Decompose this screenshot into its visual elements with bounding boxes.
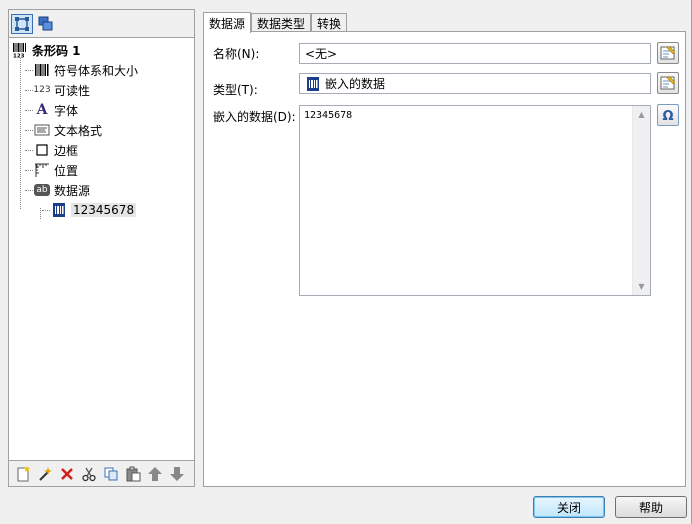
barcode-icon [34, 62, 50, 78]
tab-transform[interactable]: 转换 [311, 13, 348, 32]
name-value: <无> [305, 47, 338, 61]
svg-text:123: 123 [13, 54, 25, 59]
edit-properties-icon [660, 75, 676, 90]
view-toolbar [9, 10, 194, 38]
paste-button[interactable] [123, 464, 142, 483]
tree-item-symbology[interactable]: 符号体系和大小 [9, 60, 194, 80]
tree-item-label: 位置 [54, 163, 79, 178]
copy-icon [104, 467, 117, 480]
textarea-scrollbar[interactable]: ▲ ▼ [632, 106, 650, 295]
embedded-data-icon [51, 202, 67, 218]
embedded-data-value: 12345678 [304, 110, 353, 121]
tree-branch [25, 169, 33, 171]
edit-properties-icon [660, 45, 676, 60]
layers-view-button[interactable] [35, 14, 57, 34]
tree-item-data-source[interactable]: ab 数据源 [9, 180, 194, 200]
tree-item-border[interactable]: 边框 [9, 140, 194, 160]
paste-icon [126, 466, 140, 481]
move-up-button[interactable] [145, 464, 164, 483]
tree-branch [25, 69, 33, 71]
name-edit-button[interactable] [657, 42, 679, 64]
wizard-button[interactable] [35, 464, 54, 483]
type-field[interactable]: 嵌入的数据 [299, 73, 651, 94]
structure-panel: 123 条形码 1 符号体系和大小 123 可读性 A 字体 文本格式 边框 位… [8, 9, 195, 487]
type-value: 嵌入的数据 [325, 77, 386, 91]
omega-icon: Ω [662, 109, 673, 123]
delete-button[interactable] [57, 464, 76, 483]
embedded-data-icon [305, 76, 321, 92]
new-item-icon [17, 465, 30, 481]
tree-branch [25, 149, 33, 151]
tree-item-position[interactable]: 位置 [9, 160, 194, 180]
tree-view-button[interactable] [11, 13, 33, 34]
tree-item-embedded-data[interactable]: 12345678 [9, 200, 194, 220]
data-source-panel: 名称(N): <无> 类型(T): 嵌入的数据 嵌入的数据(D): 123456… [203, 31, 686, 487]
tree-branch [25, 109, 33, 111]
name-label: 名称(N): [213, 47, 260, 61]
tree-item-label: 符号体系和大小 [54, 63, 139, 78]
new-item-button[interactable] [13, 464, 32, 483]
font-icon: A [36, 102, 48, 118]
tree-branch [25, 129, 33, 131]
border-icon [34, 142, 50, 158]
type-label: 类型(T): [213, 83, 258, 97]
cut-button[interactable] [79, 464, 98, 483]
scroll-down-arrow-icon[interactable]: ▼ [633, 278, 650, 295]
special-character-button[interactable]: Ω [657, 104, 679, 126]
tree-item-text-format[interactable]: 文本格式 [9, 120, 194, 140]
position-icon [34, 162, 50, 178]
tree-root-barcode[interactable]: 123 条形码 1 [9, 40, 194, 60]
embedded-data-label: 嵌入的数据(D): [213, 110, 296, 124]
tree-item-label: 字体 [54, 103, 79, 118]
tree-edit-toolbar [9, 460, 194, 486]
move-down-button[interactable] [167, 464, 186, 483]
move-down-icon [169, 466, 184, 481]
tree-item-label: 边框 [54, 143, 79, 158]
dialog-window: 123 条形码 1 符号体系和大小 123 可读性 A 字体 文本格式 边框 位… [0, 0, 692, 524]
delete-icon [60, 467, 73, 480]
wizard-icon [38, 466, 52, 481]
embedded-data-textarea[interactable]: 12345678 ▲ ▼ [299, 105, 651, 296]
name-field[interactable]: <无> [299, 43, 651, 64]
scroll-up-arrow-icon[interactable]: ▲ [633, 106, 650, 123]
tab-data-type[interactable]: 数据类型 [251, 13, 312, 32]
tab-data-source[interactable]: 数据源 [203, 12, 252, 33]
svg-text:Ω: Ω [662, 109, 673, 123]
data-source-icon: ab [34, 184, 50, 196]
cut-icon [81, 467, 96, 481]
type-edit-button[interactable] [657, 72, 679, 94]
tree-item-label: 12345678 [71, 203, 137, 217]
tree-item-readability[interactable]: 123 可读性 [9, 80, 194, 100]
tree-branch [25, 89, 33, 91]
readability-123-icon: 123 [33, 85, 51, 95]
tree-root-label: 条形码 1 [32, 43, 81, 58]
text-format-icon [34, 122, 50, 138]
help-button[interactable]: 帮助 [615, 496, 687, 518]
tree-view-icon [15, 16, 29, 31]
tree-branch [42, 209, 50, 211]
copy-button[interactable] [101, 464, 120, 483]
tree-item-font[interactable]: A 字体 [9, 100, 194, 120]
barcode-123-icon: 123 [12, 42, 28, 58]
layers-icon [38, 16, 53, 30]
tree-item-label: 可读性 [54, 83, 91, 98]
structure-tree: 123 条形码 1 符号体系和大小 123 可读性 A 字体 文本格式 边框 位… [9, 38, 194, 220]
tab-strip: 数据源 数据类型 转换 [203, 12, 348, 33]
tree-item-label: 文本格式 [54, 123, 103, 138]
close-button[interactable]: 关闭 [533, 496, 605, 518]
tree-branch [25, 189, 33, 191]
move-up-icon [147, 466, 162, 481]
tree-item-label: 数据源 [54, 183, 91, 198]
